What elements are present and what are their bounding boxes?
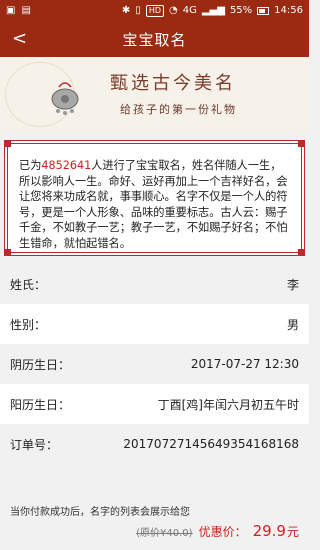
gender-value: 男 [286, 317, 299, 332]
corner-ornament [298, 249, 305, 256]
intro-text: 已为4852641人进行了宝宝取名，姓名伴随人一生，所以影响人一生。命好、运好再… [19, 158, 290, 251]
status-bar: ▣ ▤ ✱ ▯ HD ◔ 4G ▂▄▆ 55% 14:56 [0, 0, 309, 22]
longevity-lock-icon [51, 82, 79, 115]
signal-label: 4G [182, 5, 197, 16]
solar-birthday-label: 阳历生日： [10, 397, 71, 412]
hd-badge: HD [145, 5, 164, 17]
notification-icon: ▣ [6, 5, 16, 16]
order-info-list: 姓氏： 李 性别： 男 阴历生日： 2017-07-27 12:30 阳历生日：… [0, 264, 309, 464]
back-button[interactable]: < [12, 28, 27, 50]
order-number-value: 20170727145649354168168 [123, 437, 299, 451]
notification-icon: ▤ [21, 5, 31, 16]
intro-prefix: 已为 [19, 159, 42, 172]
corner-ornament [4, 249, 11, 256]
gender-label: 性别： [10, 317, 47, 332]
solar-birthday-value: 丁酉[鸡]年闰六月初五午时 [157, 397, 299, 412]
solar-birthday-row: 阳历生日： 丁酉[鸡]年闰六月初五午时 [0, 384, 309, 424]
surname-value: 李 [286, 277, 299, 292]
price-block: (原价¥40.0) 优惠价： 29.9元 [136, 521, 299, 540]
payment-notice: 当你付款成功后，名字的列表会展示给您 [10, 507, 190, 518]
status-left: ▣ ▤ [6, 6, 31, 16]
deal-price-label: 优惠价： [198, 525, 247, 539]
surname-label: 姓氏： [10, 277, 47, 292]
lunar-birthday-label: 阴历生日： [10, 357, 71, 372]
page-title: 宝宝取名 [122, 31, 187, 49]
order-number-label: 订单号： [10, 437, 59, 452]
user-count: 4852641 [41, 159, 92, 172]
deal-price-value: 29.9 [252, 522, 286, 540]
intro-body: 人进行了宝宝取名，姓名伴随人一生，所以影响人一生。命好、运好再加上一个吉祥好名，… [19, 159, 288, 250]
clock: 14:56 [274, 5, 303, 16]
lunar-birthday-value: 2017-07-27 12:30 [190, 357, 299, 371]
wifi-icon: ◔ [169, 5, 178, 16]
deal-price-unit: 元 [286, 525, 299, 539]
bluetooth-icon: ✱ [121, 5, 131, 16]
banner-subline: 给孩子的第一份礼物 [120, 103, 237, 116]
vibrate-icon: ▯ [135, 5, 141, 16]
banner: 甄选古今美名 给孩子的第一份礼物 [0, 57, 309, 132]
signal-icon: ▂▄▆ [201, 5, 225, 16]
nav-bar: < 宝宝取名 [0, 22, 309, 57]
corner-ornament [4, 140, 11, 147]
original-price: (原价¥40.0) [136, 528, 193, 539]
corner-ornament [298, 140, 305, 147]
banner-headline: 甄选古今美名 [110, 73, 236, 94]
intro-card: 已为4852641人进行了宝宝取名，姓名伴随人一生，所以影响人一生。命好、运好再… [4, 140, 305, 256]
battery-percent: 55% [229, 5, 253, 16]
battery-icon [257, 7, 270, 15]
lunar-birthday-row: 阴历生日： 2017-07-27 12:30 [0, 344, 309, 384]
order-number-row: 订单号： 20170727145649354168168 [0, 424, 309, 464]
surname-row: 姓氏： 李 [0, 264, 309, 304]
status-right: ✱ ▯ HD ◔ 4G ▂▄▆ 55% 14:56 [122, 5, 303, 17]
gender-row: 性别： 男 [0, 304, 309, 344]
